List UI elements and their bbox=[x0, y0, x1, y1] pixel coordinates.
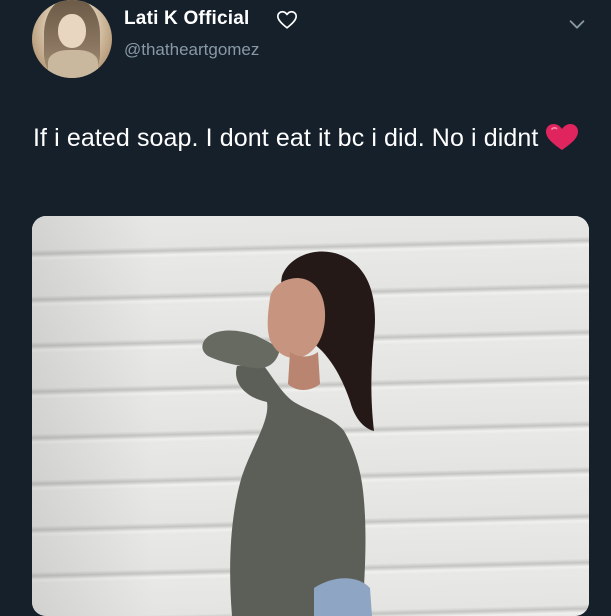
photo-subject bbox=[202, 251, 375, 616]
tweet-text: If i eated soap. I dont eat it bc i did.… bbox=[33, 118, 593, 158]
user-handle[interactable]: @thatheartgomez bbox=[124, 40, 259, 60]
avatar-scarf bbox=[48, 50, 98, 78]
tweet-media-image[interactable] bbox=[32, 216, 589, 616]
tweet-card: Lati K Official @thatheartgomez If i eat… bbox=[0, 0, 611, 616]
avatar-face bbox=[58, 14, 86, 48]
avatar[interactable] bbox=[32, 0, 112, 78]
red-heart-icon bbox=[546, 124, 579, 150]
heart-outline-icon bbox=[277, 10, 297, 29]
display-name[interactable]: Lati K Official bbox=[124, 8, 249, 30]
tweet-text-body: If i eated soap. I dont eat it bc i did.… bbox=[33, 124, 539, 152]
chevron-down-icon[interactable] bbox=[566, 13, 588, 35]
